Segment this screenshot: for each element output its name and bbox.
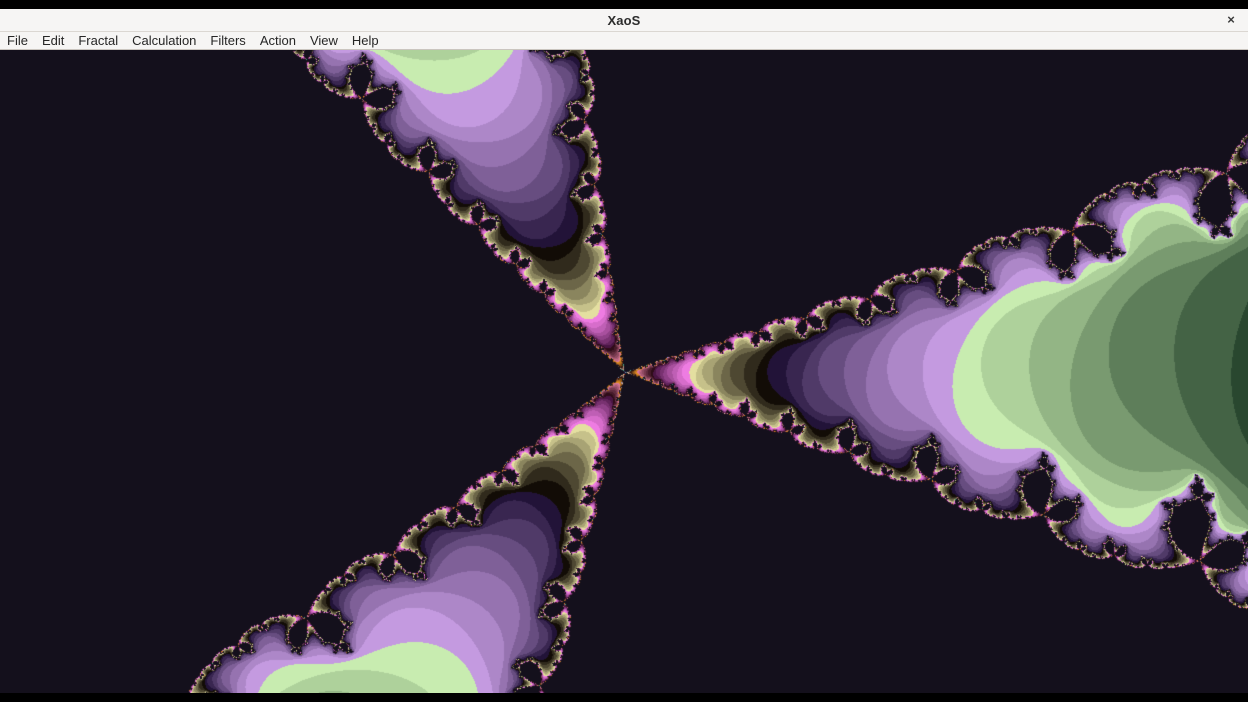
menu-edit[interactable]: Edit <box>35 33 71 49</box>
menu-action[interactable]: Action <box>253 33 303 49</box>
fractal-canvas[interactable] <box>0 50 1248 693</box>
menu-help[interactable]: Help <box>345 33 386 49</box>
close-icon[interactable]: × <box>1221 10 1241 30</box>
screen: XaoS × File Edit Fractal Calculation Fil… <box>0 0 1248 702</box>
menu-view[interactable]: View <box>303 33 345 49</box>
top-letterbox-strip <box>0 0 1248 9</box>
menu-calculation[interactable]: Calculation <box>125 33 203 49</box>
menubar: File Edit Fractal Calculation Filters Ac… <box>0 32 1248 50</box>
menu-filters[interactable]: Filters <box>203 33 252 49</box>
menu-fractal[interactable]: Fractal <box>71 33 125 49</box>
bottom-letterbox-strip <box>0 693 1248 702</box>
menu-file[interactable]: File <box>0 33 35 49</box>
titlebar[interactable]: XaoS × <box>0 9 1248 32</box>
window-title: XaoS <box>608 13 641 28</box>
